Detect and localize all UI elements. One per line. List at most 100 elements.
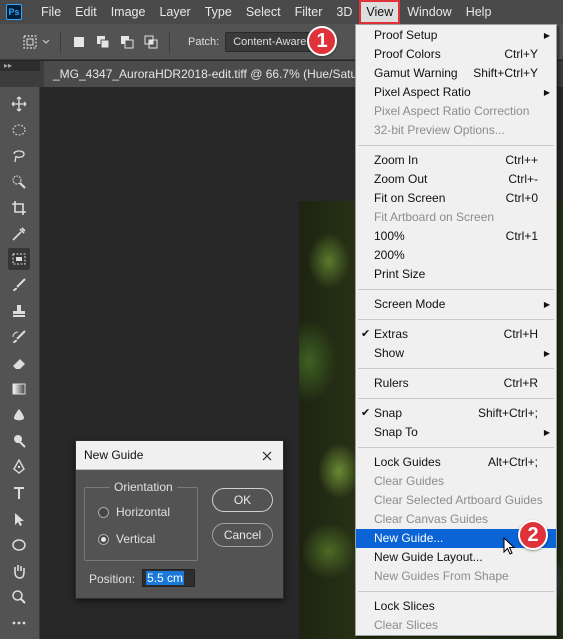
step-badge-2: 2 bbox=[518, 520, 548, 550]
menu-item-label: Pixel Aspect Ratio bbox=[374, 85, 471, 99]
view-menu-item-screen-mode[interactable]: Screen Mode ▶ bbox=[356, 295, 556, 314]
menu-view[interactable]: View bbox=[359, 0, 401, 24]
dodge-tool-icon[interactable] bbox=[8, 430, 30, 452]
view-menu-item-print-size[interactable]: Print Size bbox=[356, 265, 556, 284]
type-tool-icon[interactable] bbox=[8, 482, 30, 504]
menu-3d[interactable]: 3D bbox=[329, 0, 359, 24]
more-tools-icon[interactable] bbox=[8, 612, 30, 634]
patch-label: Patch: bbox=[188, 35, 220, 48]
eyedropper-tool-icon[interactable] bbox=[8, 223, 30, 245]
intersect-selection-icon[interactable] bbox=[141, 32, 161, 52]
ok-button[interactable]: OK bbox=[212, 488, 273, 512]
move-tool-icon[interactable] bbox=[8, 93, 30, 115]
menu-layer[interactable]: Layer bbox=[152, 0, 197, 24]
view-menu-item-pixel-aspect-ratio-correction: Pixel Aspect Ratio Correction bbox=[356, 102, 556, 121]
menu-select[interactable]: Select bbox=[239, 0, 288, 24]
view-menu-item-zoom-out[interactable]: Zoom Out Ctrl+- bbox=[356, 170, 556, 189]
toolbar-collapse-grip[interactable]: ▸▸ bbox=[0, 61, 40, 71]
menu-type[interactable]: Type bbox=[198, 0, 239, 24]
horizontal-option[interactable]: Horizontal bbox=[98, 505, 170, 519]
menu-item-shortcut: Ctrl+R bbox=[503, 376, 538, 390]
patch-tool-icon[interactable] bbox=[8, 248, 30, 270]
eraser-tool-icon[interactable] bbox=[8, 352, 30, 374]
crop-tool-icon[interactable] bbox=[8, 197, 30, 219]
chevron-down-icon[interactable] bbox=[40, 32, 52, 52]
menu-item-label: Clear Selected Artboard Guides bbox=[374, 493, 543, 507]
submenu-arrow-icon: ▶ bbox=[543, 349, 550, 358]
cancel-button[interactable]: Cancel bbox=[212, 523, 273, 547]
marquee-tool-icon[interactable] bbox=[8, 119, 30, 141]
quick-selection-tool-icon[interactable] bbox=[8, 171, 30, 193]
orientation-group: Orientation Horizontal Vertical bbox=[84, 480, 198, 561]
menu-separator bbox=[358, 398, 554, 399]
clone-stamp-tool-icon[interactable] bbox=[8, 300, 30, 322]
close-icon[interactable] bbox=[257, 441, 277, 470]
view-menu-item-new-guide-layout[interactable]: New Guide Layout... bbox=[356, 548, 556, 567]
view-menu-item-lock-guides[interactable]: Lock Guides Alt+Ctrl+; bbox=[356, 453, 556, 472]
menu-filter[interactable]: Filter bbox=[288, 0, 330, 24]
menu-item-label: Zoom In bbox=[374, 153, 419, 167]
menu-item-label: Show bbox=[374, 346, 405, 360]
horizontal-radio[interactable] bbox=[98, 506, 109, 518]
view-menu-item-lock-slices[interactable]: Lock Slices bbox=[356, 597, 556, 616]
brush-tool-icon[interactable] bbox=[8, 274, 30, 296]
menu-item-label: Clear Slices bbox=[374, 618, 439, 632]
vertical-option[interactable]: Vertical bbox=[98, 532, 155, 546]
menu-item-label: Gamut Warning bbox=[374, 66, 458, 80]
view-menu-item-show[interactable]: Show ▶ bbox=[356, 344, 556, 363]
view-menu-item-new-guides-from-shape: New Guides From Shape bbox=[356, 567, 556, 586]
view-menu-item-proof-colors[interactable]: Proof Colors Ctrl+Y bbox=[356, 45, 556, 64]
dialog-title-bar: New Guide bbox=[76, 441, 283, 470]
patch-tool-preset-icon[interactable] bbox=[20, 32, 40, 52]
path-selection-tool-icon[interactable] bbox=[8, 508, 30, 530]
view-menu-item-200[interactable]: 200% bbox=[356, 246, 556, 265]
menu-item-label: New Guides From Shape bbox=[374, 569, 509, 583]
view-menu-item-proof-setup[interactable]: Proof Setup ▶ bbox=[356, 26, 556, 45]
view-menu-item-snap[interactable]: ✔ Snap Shift+Ctrl+; bbox=[356, 404, 556, 423]
menu-separator bbox=[358, 447, 554, 448]
vertical-radio[interactable] bbox=[98, 533, 109, 545]
view-menu-item-100[interactable]: 100% Ctrl+1 bbox=[356, 227, 556, 246]
history-brush-tool-icon[interactable] bbox=[8, 326, 30, 348]
menu-item-label: Screen Mode bbox=[374, 297, 446, 311]
pen-tool-icon[interactable] bbox=[8, 456, 30, 478]
menu-file[interactable]: File bbox=[34, 0, 68, 24]
menu-window[interactable]: Window bbox=[400, 0, 458, 24]
menu-item-label: Lock Slices bbox=[374, 599, 435, 613]
view-menu-item-rulers[interactable]: Rulers Ctrl+R bbox=[356, 374, 556, 393]
menu-image[interactable]: Image bbox=[104, 0, 153, 24]
add-to-selection-icon[interactable] bbox=[93, 32, 113, 52]
subtract-from-selection-icon[interactable] bbox=[117, 32, 137, 52]
hand-tool-icon[interactable] bbox=[8, 560, 30, 582]
view-menu-item-fit-on-screen[interactable]: Fit on Screen Ctrl+0 bbox=[356, 189, 556, 208]
menu-item-label: Clear Canvas Guides bbox=[374, 512, 489, 526]
orientation-legend: Orientation bbox=[110, 480, 177, 494]
view-menu-item-zoom-in[interactable]: Zoom In Ctrl++ bbox=[356, 151, 556, 170]
new-selection-icon[interactable] bbox=[69, 32, 89, 52]
menu-separator bbox=[358, 368, 554, 369]
menu-edit[interactable]: Edit bbox=[68, 0, 104, 24]
document-tab[interactable]: _MG_4347_AuroraHDR2018-edit.tiff @ 66.7%… bbox=[44, 61, 374, 87]
submenu-arrow-icon: ▶ bbox=[543, 88, 550, 97]
view-menu-item-snap-to[interactable]: Snap To ▶ bbox=[356, 423, 556, 442]
menu-item-label: Fit Artboard on Screen bbox=[374, 210, 495, 224]
lasso-tool-icon[interactable] bbox=[8, 145, 30, 167]
view-menu-item-pixel-aspect-ratio[interactable]: Pixel Aspect Ratio ▶ bbox=[356, 83, 556, 102]
menu-item-label: Pixel Aspect Ratio Correction bbox=[374, 104, 530, 118]
divider bbox=[60, 30, 61, 53]
ellipse-tool-icon[interactable] bbox=[8, 534, 30, 556]
zoom-tool-icon[interactable] bbox=[8, 586, 30, 608]
menu-item-label: Snap To bbox=[374, 425, 418, 439]
menu-item-label: Proof Colors bbox=[374, 47, 441, 61]
view-menu-item-gamut-warning[interactable]: Gamut Warning Shift+Ctrl+Y bbox=[356, 64, 556, 83]
step-badge-1: 1 bbox=[307, 26, 337, 56]
checkmark-icon: ✔ bbox=[361, 328, 371, 340]
menu-separator bbox=[358, 145, 554, 146]
menu-item-shortcut: Ctrl+1 bbox=[505, 229, 538, 243]
dialog-title: New Guide bbox=[84, 448, 144, 462]
position-input[interactable]: 5.5 cm bbox=[142, 569, 195, 587]
blur-tool-icon[interactable] bbox=[8, 404, 30, 426]
menu-help[interactable]: Help bbox=[459, 0, 499, 24]
view-menu-item-extras[interactable]: ✔ Extras Ctrl+H bbox=[356, 325, 556, 344]
gradient-tool-icon[interactable] bbox=[8, 378, 30, 400]
